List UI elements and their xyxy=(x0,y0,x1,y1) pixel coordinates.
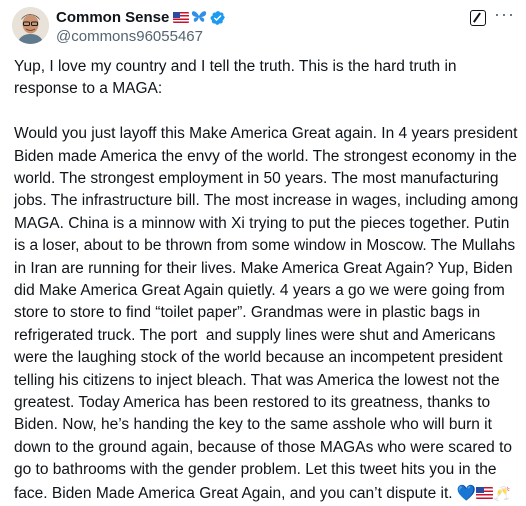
grok-icon[interactable] xyxy=(470,10,486,26)
tweet-text: Yup, I love my country and I tell the tr… xyxy=(14,56,519,505)
us-flag-icon xyxy=(173,12,190,23)
tweet-header: Common Sense @commons96055467 ··· xyxy=(12,5,516,47)
display-name[interactable]: Common Sense xyxy=(56,9,169,26)
tweet-paragraph-1: Yup, I love my country and I tell the tr… xyxy=(14,58,461,98)
more-options-icon[interactable]: ··· xyxy=(494,5,514,27)
avatar-photo xyxy=(12,7,49,44)
author-info: Common Sense @commons96055467 xyxy=(56,8,226,45)
tweet-paragraph-2: Would you just layoff this Make America … xyxy=(14,123,519,505)
tweet-paragraph-2-text: Would you just layoff this Make America … xyxy=(14,125,523,502)
butterfly-icon xyxy=(191,10,207,25)
us-flag-emoji-icon xyxy=(476,486,494,499)
blue-heart-emoji-icon: 💙 xyxy=(456,484,477,502)
avatar[interactable] xyxy=(12,7,49,44)
verified-badge-icon xyxy=(210,10,226,25)
author-handle[interactable]: @commons96055467 xyxy=(56,28,226,45)
clinking-glasses-emoji-icon: 🥂 xyxy=(493,484,511,501)
